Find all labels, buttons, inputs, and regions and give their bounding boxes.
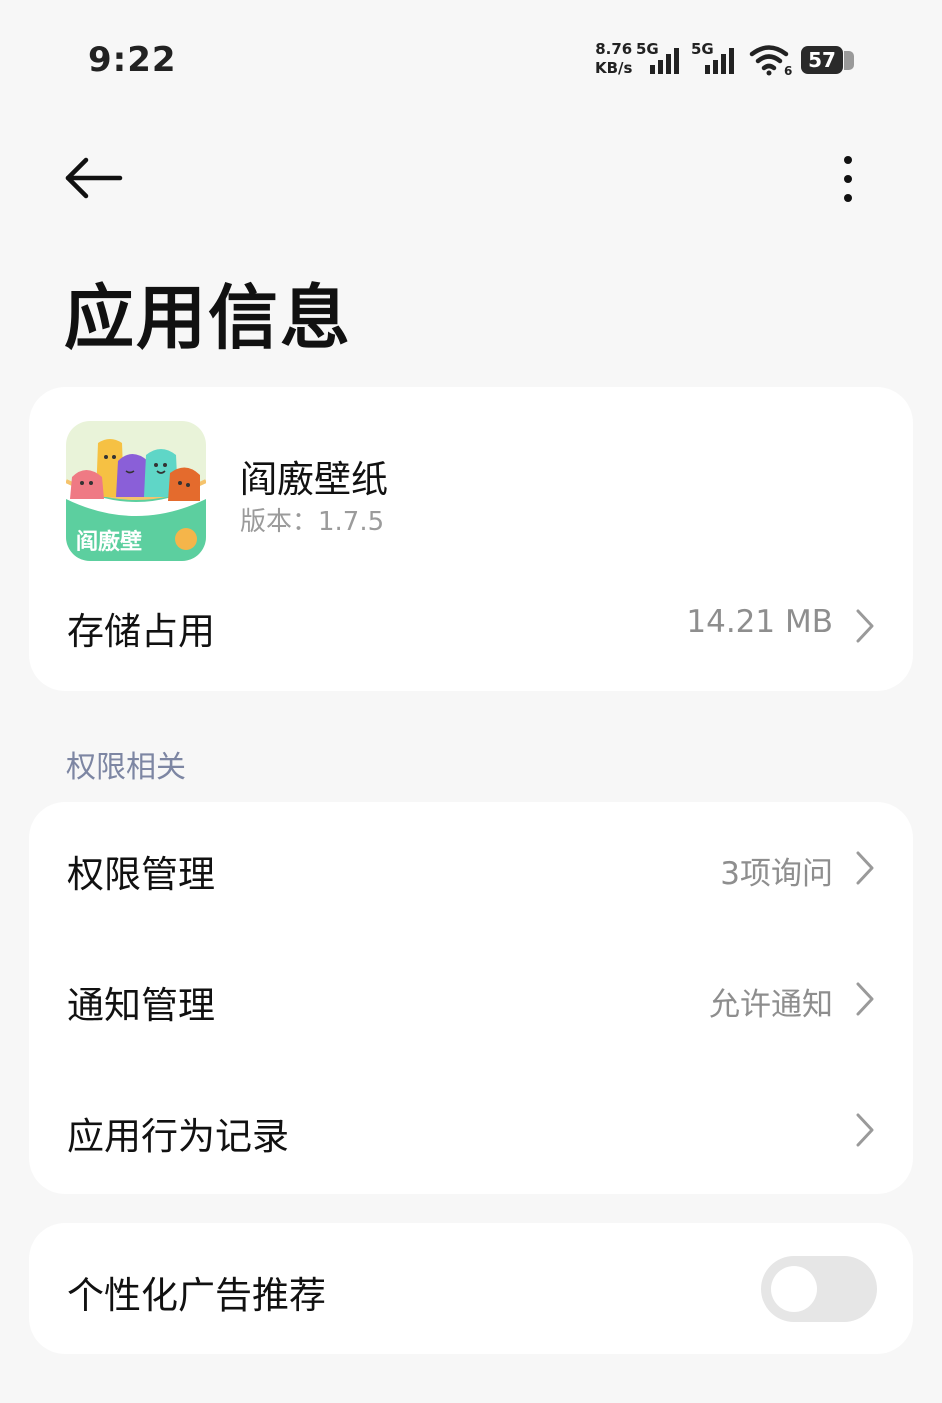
toggle-knob	[771, 1266, 817, 1312]
network-speed: 8.76 KB/s	[595, 40, 632, 78]
app-behavior-record-label: 应用行为记录	[67, 1115, 289, 1158]
notification-management-value: 允许通知	[709, 987, 833, 1023]
wifi-version-label: 6	[784, 64, 792, 76]
chevron-right-icon	[856, 1113, 874, 1147]
app-icon-text: 阎廒壁	[76, 529, 142, 555]
chevron-right-icon	[856, 609, 874, 643]
app-info-card: 阎廒壁 阎廒壁纸 版本：1.7.5 存储占用 14.21 MB	[29, 387, 913, 691]
storage-label: 存储占用	[67, 610, 215, 653]
app-behavior-record-row[interactable]: 应用行为记录	[29, 1064, 913, 1194]
arrow-left-icon	[65, 157, 123, 199]
permission-management-value: 3项询问	[720, 856, 833, 892]
status-time: 9:22	[88, 40, 177, 80]
permission-management-row[interactable]: 权限管理 3项询问	[29, 802, 913, 933]
storage-row[interactable]: 存储占用 14.21 MB	[29, 581, 913, 671]
status-bar: 9:22 8.76 KB/s 5G 5G 6 57	[0, 0, 942, 110]
chevron-right-icon	[856, 851, 874, 885]
personalized-ads-card: 个性化广告推荐	[29, 1223, 913, 1354]
app-version: 版本：1.7.5	[240, 507, 385, 537]
battery-level-icon	[844, 51, 854, 70]
app-logo-icon: 阎廒壁	[66, 421, 206, 561]
battery-indicator: 57	[801, 46, 843, 74]
permission-management-label: 权限管理	[67, 853, 215, 896]
wifi-icon: 6	[749, 45, 792, 76]
app-icon: 阎廒壁	[66, 421, 206, 561]
signal-bars-icon	[705, 48, 734, 74]
app-name: 阎廒壁纸	[240, 458, 388, 501]
notification-management-row[interactable]: 通知管理 允许通知	[29, 933, 913, 1064]
more-options-button[interactable]	[830, 150, 866, 208]
storage-value: 14.21 MB	[686, 604, 833, 640]
personalized-ads-label: 个性化广告推荐	[67, 1274, 326, 1317]
notification-management-label: 通知管理	[67, 984, 215, 1027]
section-header-permissions: 权限相关	[66, 750, 186, 785]
more-vertical-icon	[844, 156, 852, 202]
page-title: 应用信息	[64, 277, 352, 359]
personalized-ads-toggle[interactable]	[761, 1256, 877, 1322]
back-button[interactable]	[62, 152, 126, 204]
permissions-card: 权限管理 3项询问 通知管理 允许通知 应用行为记录	[29, 802, 913, 1194]
network-speed-value: 8.76	[595, 40, 633, 58]
signal-bars-icon	[650, 48, 679, 74]
chevron-right-icon	[856, 982, 874, 1016]
network-speed-unit: KB/s	[595, 59, 633, 77]
